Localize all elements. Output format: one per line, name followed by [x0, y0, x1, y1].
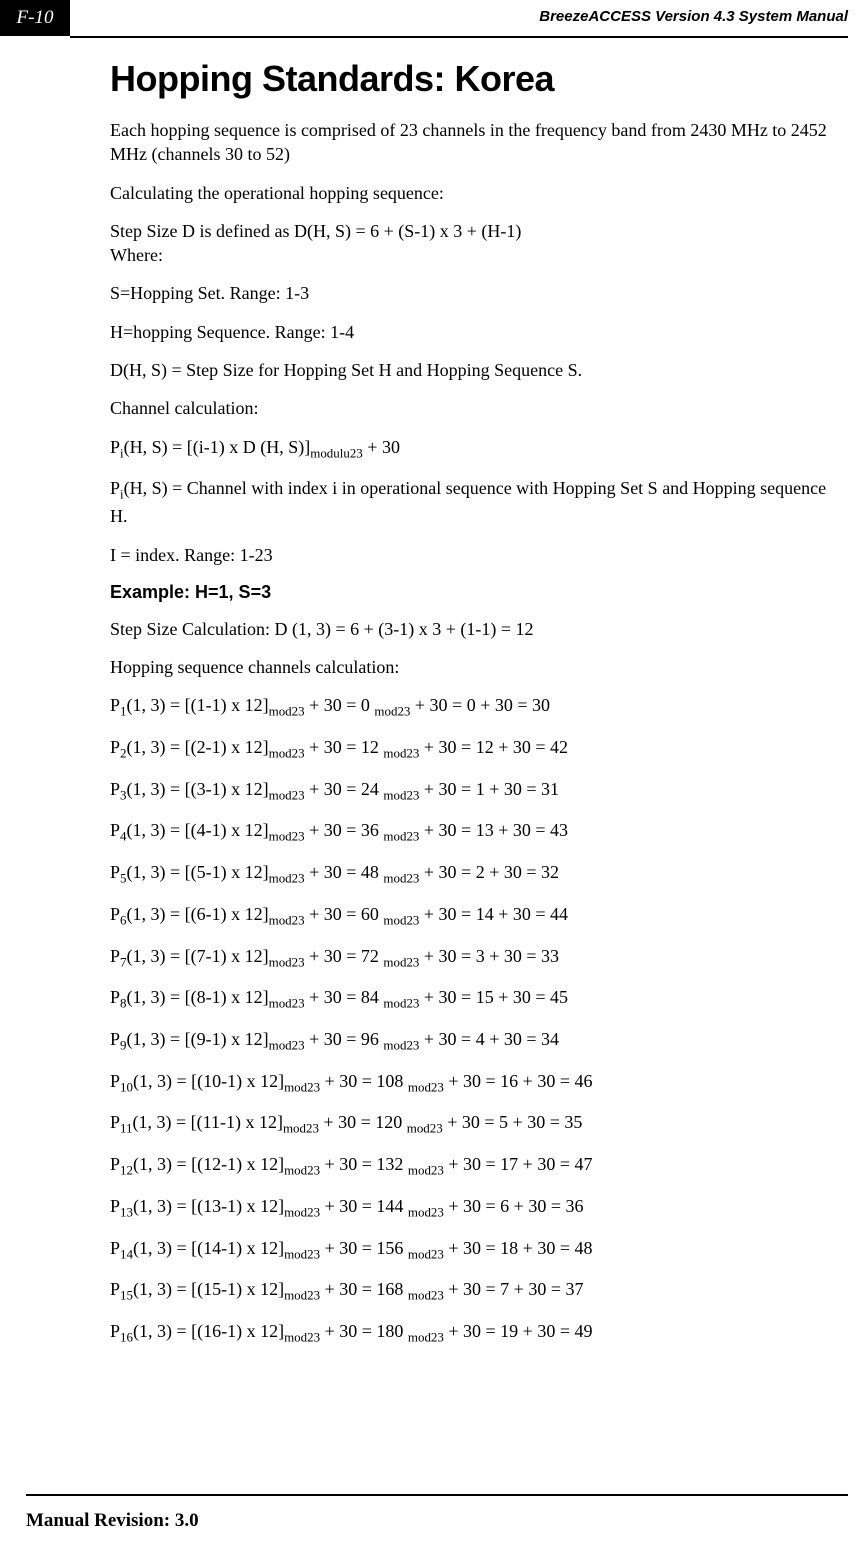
f1-sub-mod: modulu23: [310, 445, 363, 460]
calc-line-4: P4(1, 3) = [(4-1) x 12]mod23 + 30 = 36 m…: [110, 818, 848, 846]
formula-pi: Pi(H, S) = [(i-1) x D (H, S)]modulu23 + …: [110, 435, 848, 463]
calc-line-12: P12(1, 3) = [(12-1) x 12]mod23 + 30 = 13…: [110, 1152, 848, 1180]
footer-rule: [26, 1494, 848, 1496]
page-number-tab: F-10: [0, 0, 70, 36]
formula-pi-desc: Pi(H, S) = Channel with index i in opera…: [110, 476, 848, 529]
h-def: H=hopping Sequence. Range: 1-4: [110, 320, 848, 344]
s-def: S=Hopping Set. Range: 1-3: [110, 281, 848, 305]
calc-line-13: P13(1, 3) = [(13-1) x 12]mod23 + 30 = 14…: [110, 1194, 848, 1222]
step-size-calc: Step Size Calculation: D (1, 3) = 6 + (3…: [110, 617, 848, 641]
f1-p: P: [110, 437, 120, 457]
page-footer: Manual Revision: 3.0: [26, 1494, 848, 1532]
f1-post: + 30: [363, 437, 400, 457]
calc-line-15: P15(1, 3) = [(15-1) x 12]mod23 + 30 = 16…: [110, 1277, 848, 1305]
calc-line-6: P6(1, 3) = [(6-1) x 12]mod23 + 30 = 60 m…: [110, 902, 848, 930]
hop-calc-label: Hopping sequence channels calculation:: [110, 655, 848, 679]
calc-line-8: P8(1, 3) = [(8-1) x 12]mod23 + 30 = 84 m…: [110, 985, 848, 1013]
intro-p2: Calculating the operational hopping sequ…: [110, 181, 848, 205]
calc-line-16: P16(1, 3) = [(16-1) x 12]mod23 + 30 = 18…: [110, 1319, 848, 1347]
page-header: F-10 BreezeACCESS Version 4.3 System Man…: [0, 0, 862, 36]
page-content: Hopping Standards: Korea Each hopping se…: [0, 38, 862, 1347]
calc-line-7: P7(1, 3) = [(7-1) x 12]mod23 + 30 = 72 m…: [110, 944, 848, 972]
d-def: D(H, S) = Step Size for Hopping Set H an…: [110, 358, 848, 382]
calc-line-10: P10(1, 3) = [(10-1) x 12]mod23 + 30 = 10…: [110, 1069, 848, 1097]
f1-mid: (H, S) = [(i-1) x D (H, S)]: [124, 437, 311, 457]
calc-line-2: P2(1, 3) = [(2-1) x 12]mod23 + 30 = 12 m…: [110, 735, 848, 763]
calc-line-9: P9(1, 3) = [(9-1) x 12]mod23 + 30 = 96 m…: [110, 1027, 848, 1055]
document-title: BreezeACCESS Version 4.3 System Manual: [70, 0, 862, 36]
intro-p3: Step Size D is defined as D(H, S) = 6 + …: [110, 219, 848, 268]
calc-line-14: P14(1, 3) = [(14-1) x 12]mod23 + 30 = 15…: [110, 1236, 848, 1264]
calculation-list: P1(1, 3) = [(1-1) x 12]mod23 + 30 = 0 mo…: [110, 693, 848, 1347]
where-label: Where:: [110, 245, 163, 265]
calc-line-11: P11(1, 3) = [(11-1) x 12]mod23 + 30 = 12…: [110, 1110, 848, 1138]
page-title: Hopping Standards: Korea: [110, 58, 848, 100]
f2-post: (H, S) = Channel with index i in operati…: [110, 478, 826, 526]
intro-p1: Each hopping sequence is comprised of 23…: [110, 118, 848, 167]
f2-p: P: [110, 478, 120, 498]
calc-line-3: P3(1, 3) = [(3-1) x 12]mod23 + 30 = 24 m…: [110, 777, 848, 805]
step-size-def: Step Size D is defined as D(H, S) = 6 + …: [110, 221, 521, 241]
calc-line-5: P5(1, 3) = [(5-1) x 12]mod23 + 30 = 48 m…: [110, 860, 848, 888]
channel-calc-label: Channel calculation:: [110, 396, 848, 420]
index-def: I = index. Range: 1-23: [110, 543, 848, 567]
example-heading: Example: H=1, S=3: [110, 582, 848, 603]
calc-line-1: P1(1, 3) = [(1-1) x 12]mod23 + 30 = 0 mo…: [110, 693, 848, 721]
manual-revision: Manual Revision: 3.0: [26, 1510, 848, 1532]
